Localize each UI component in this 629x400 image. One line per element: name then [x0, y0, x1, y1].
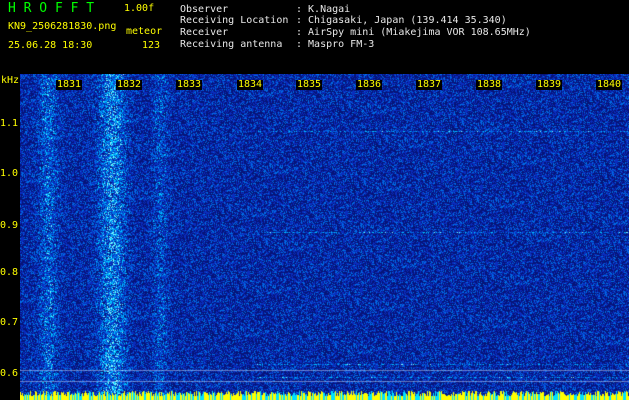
time-mark-label: 1835 [296, 79, 323, 90]
file-name: KN9_2506281830.png [8, 21, 117, 32]
time-mark-label: 1839 [536, 79, 563, 90]
location-label: Receiving Location [180, 15, 289, 26]
frequency-tick-label: 0.6 [0, 368, 19, 379]
receiver-value: : AirSpy mini (Miakejima VOR 108.65MHz) [296, 27, 531, 38]
observer-label: Observer [180, 4, 229, 15]
location-value: : Chigasaki, Japan (139.414 35.340) [296, 15, 507, 26]
app-version: 1.00f [124, 3, 155, 14]
spectrogram [20, 74, 629, 400]
frequency-tick-label: 1.1 [0, 118, 19, 129]
time-mark-label: 1833 [176, 79, 203, 90]
observer-value: : K.Nagai [296, 4, 351, 15]
detection-count: 123 [142, 40, 161, 51]
antenna-value: : Maspro FM-3 [296, 39, 375, 50]
date-time: 25.06.28 18:30 [8, 40, 93, 51]
frequency-tick-label: 0.9 [0, 220, 19, 231]
time-mark-label: 1837 [416, 79, 443, 90]
axis-unit: kHz [0, 75, 19, 86]
frequency-tick-label: 1.0 [0, 168, 19, 179]
target-label: meteor [126, 26, 163, 37]
time-mark-label: 1834 [237, 79, 264, 90]
antenna-label: Receiving antenna [180, 39, 283, 50]
receiver-label: Receiver [180, 27, 229, 38]
frequency-tick-label: 0.7 [0, 317, 19, 328]
frequency-tick-label: 0.8 [0, 267, 19, 278]
time-mark-label: 1836 [356, 79, 383, 90]
time-mark-label: 1840 [596, 79, 623, 90]
time-mark-label: 1832 [116, 79, 143, 90]
app-title: H R O F F T [8, 1, 95, 16]
header-panel: H R O F F T 1.00f KN9_2506281830.png met… [0, 0, 629, 74]
time-mark-label: 1838 [476, 79, 503, 90]
time-mark-label: 1831 [56, 79, 83, 90]
